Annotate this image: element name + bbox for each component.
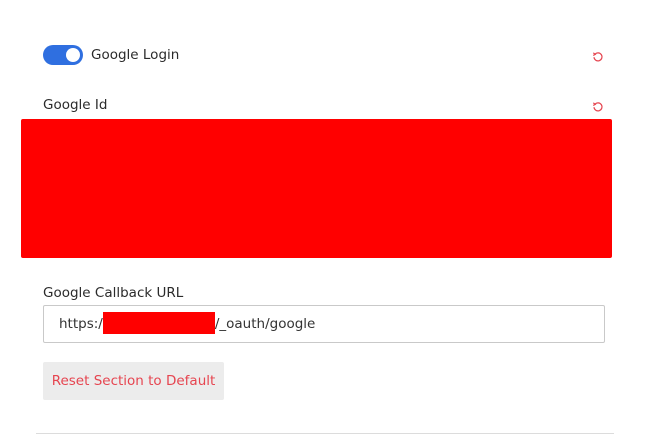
google-id-label: Google Id [43,97,108,113]
callback-url-suffix: /_oauth/google [214,316,316,332]
reset-section-button[interactable]: Reset Section to Default [43,362,224,400]
callback-url-redaction [102,311,215,334]
callback-url-prefix: https:/ [59,316,103,332]
callback-url-label: Google Callback URL [43,285,184,301]
callback-url-input[interactable]: https:/ /_oauth/google [43,305,605,343]
reset-icon[interactable] [592,101,604,113]
google-login-label: Google Login [91,47,180,63]
section-divider [36,433,614,434]
google-login-toggle[interactable] [43,45,83,65]
reset-icon[interactable] [592,51,604,63]
toggle-knob [66,48,80,62]
google-id-redacted-field[interactable] [21,119,612,258]
